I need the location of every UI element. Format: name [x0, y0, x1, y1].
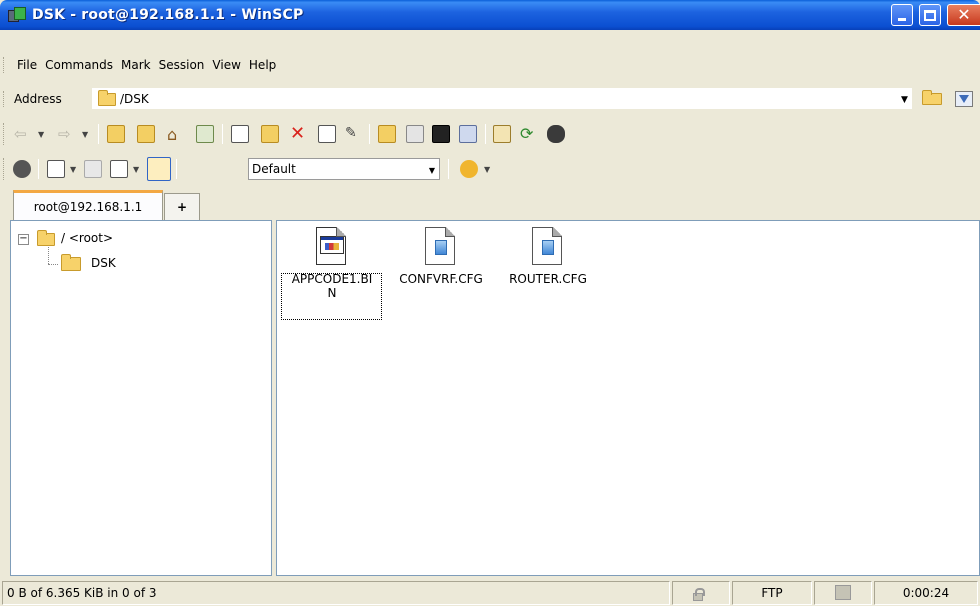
transfer-profile-select[interactable]: Default ▼: [248, 158, 440, 180]
transfer-profile-value: Default: [252, 162, 296, 176]
window-title: DSK - root@192.168.1.1 - WinSCP: [32, 7, 304, 23]
properties-icon[interactable]: [318, 125, 336, 143]
menu-session[interactable]: Session: [155, 58, 209, 72]
protocol-text: FTP: [761, 586, 783, 600]
preferences-icon[interactable]: [13, 160, 31, 178]
console-icon[interactable]: [459, 125, 477, 143]
secondary-toolbar: ▼ ▼ Default ▼ ▼: [0, 153, 980, 185]
view-icon[interactable]: [47, 160, 65, 178]
minimize-button[interactable]: [891, 4, 913, 26]
toolbar-grip[interactable]: [3, 123, 6, 145]
selection-status-text: 0 B of 6.365 KiB in 0 of 3: [7, 586, 157, 600]
menu-commands[interactable]: Commands: [41, 58, 117, 72]
address-value: /DSK: [120, 91, 149, 106]
sort-icon[interactable]: [84, 160, 102, 178]
tree-icon[interactable]: [147, 157, 171, 181]
config-file-icon: [532, 227, 564, 267]
toolbar-grip[interactable]: [3, 57, 6, 73]
parent-dir-icon[interactable]: [107, 125, 125, 143]
toolbar-grip[interactable]: [3, 91, 6, 107]
rename-icon[interactable]: ✎: [345, 125, 363, 143]
back-icon[interactable]: ⇦: [14, 125, 32, 143]
main-toolbar: ⇦ ▼ ⇨ ▼ ⌂ ✕ ✎ ⟳: [0, 118, 980, 150]
config-file-icon: [425, 227, 457, 267]
protocol-status: FTP: [732, 581, 812, 605]
back-dropdown-icon[interactable]: ▼: [38, 130, 44, 139]
columns-icon[interactable]: [110, 160, 128, 178]
winscp-icon: [8, 7, 26, 23]
title-bar[interactable]: DSK - root@192.168.1.1 - WinSCP ✕: [0, 0, 980, 30]
find-icon[interactable]: [547, 125, 565, 143]
address-bar: Address /DSK ▼: [0, 86, 980, 112]
root-dir-icon[interactable]: [137, 125, 155, 143]
open-folder-icon: [61, 254, 81, 271]
refresh-icon[interactable]: [196, 125, 214, 143]
maximize-button[interactable]: [919, 4, 941, 26]
elapsed-time: 0:00:24: [874, 581, 978, 605]
forward-dropdown-icon[interactable]: ▼: [82, 130, 88, 139]
open-icon[interactable]: [261, 125, 279, 143]
forward-icon[interactable]: ⇨: [58, 125, 76, 143]
columns-dropdown-icon[interactable]: ▼: [133, 165, 139, 174]
chevron-down-icon[interactable]: ▼: [429, 166, 435, 175]
menu-help[interactable]: Help: [245, 58, 280, 72]
toolbar-grip[interactable]: [3, 158, 6, 180]
address-input[interactable]: /DSK: [92, 88, 912, 109]
folder-icon: [98, 90, 116, 106]
file-item[interactable]: CONFVRF.CFG: [391, 227, 491, 286]
tab-session[interactable]: root@192.168.1.1: [13, 190, 163, 220]
file-item[interactable]: ROUTER.CFG: [498, 227, 598, 286]
collapse-icon[interactable]: −: [18, 234, 29, 245]
transfer-settings-icon[interactable]: [460, 160, 478, 178]
menu-mark[interactable]: Mark: [117, 58, 155, 72]
menu-bar: File Commands Mark Session View Help: [0, 52, 980, 78]
executable-file-icon: [316, 227, 348, 267]
file-name: ROUTER.CFG: [509, 272, 587, 286]
menu-view[interactable]: View: [208, 58, 244, 72]
close-icon: ✕: [957, 5, 971, 24]
focus-rectangle: [281, 273, 382, 320]
transfer-settings-dropdown-icon[interactable]: ▼: [484, 165, 490, 174]
elapsed-time-text: 0:00:24: [902, 586, 950, 600]
delete-icon[interactable]: ✕: [290, 125, 308, 143]
open-directory-icon[interactable]: [922, 90, 942, 105]
tree-item-dsk[interactable]: DSK: [91, 256, 116, 270]
session-tabs: root@192.168.1.1 +: [0, 190, 980, 220]
minimize-icon: [898, 17, 906, 21]
new-folder-icon[interactable]: [378, 125, 396, 143]
calculate-icon[interactable]: [406, 125, 424, 143]
address-label: Address: [14, 92, 62, 106]
lock-icon: [693, 588, 705, 601]
directory-tree[interactable]: − / <root> DSK: [10, 220, 272, 576]
new-tab-button[interactable]: +: [164, 193, 200, 220]
compare-icon[interactable]: [493, 125, 511, 143]
status-bar: 0 B of 6.365 KiB in 0 of 3 FTP 0:00:24: [0, 579, 980, 606]
terminal-icon[interactable]: [432, 125, 450, 143]
connection-status: [814, 581, 872, 605]
edit-icon[interactable]: [231, 125, 249, 143]
encryption-status: [672, 581, 730, 605]
file-name: CONFVRF.CFG: [399, 272, 483, 286]
view-dropdown-icon[interactable]: ▼: [70, 165, 76, 174]
computer-icon: [835, 585, 851, 600]
home-icon[interactable]: ⌂: [167, 125, 185, 144]
selection-status: 0 B of 6.365 KiB in 0 of 3: [2, 581, 670, 605]
synchronize-icon[interactable]: ⟳: [520, 125, 538, 143]
folder-icon: [37, 230, 55, 246]
menu-file[interactable]: File: [13, 58, 41, 72]
address-dropdown-icon[interactable]: ▼: [901, 95, 908, 105]
filter-icon[interactable]: [955, 91, 973, 107]
close-button[interactable]: ✕: [947, 4, 980, 26]
maximize-icon: [924, 9, 936, 21]
tree-item-root[interactable]: / <root>: [61, 231, 113, 245]
